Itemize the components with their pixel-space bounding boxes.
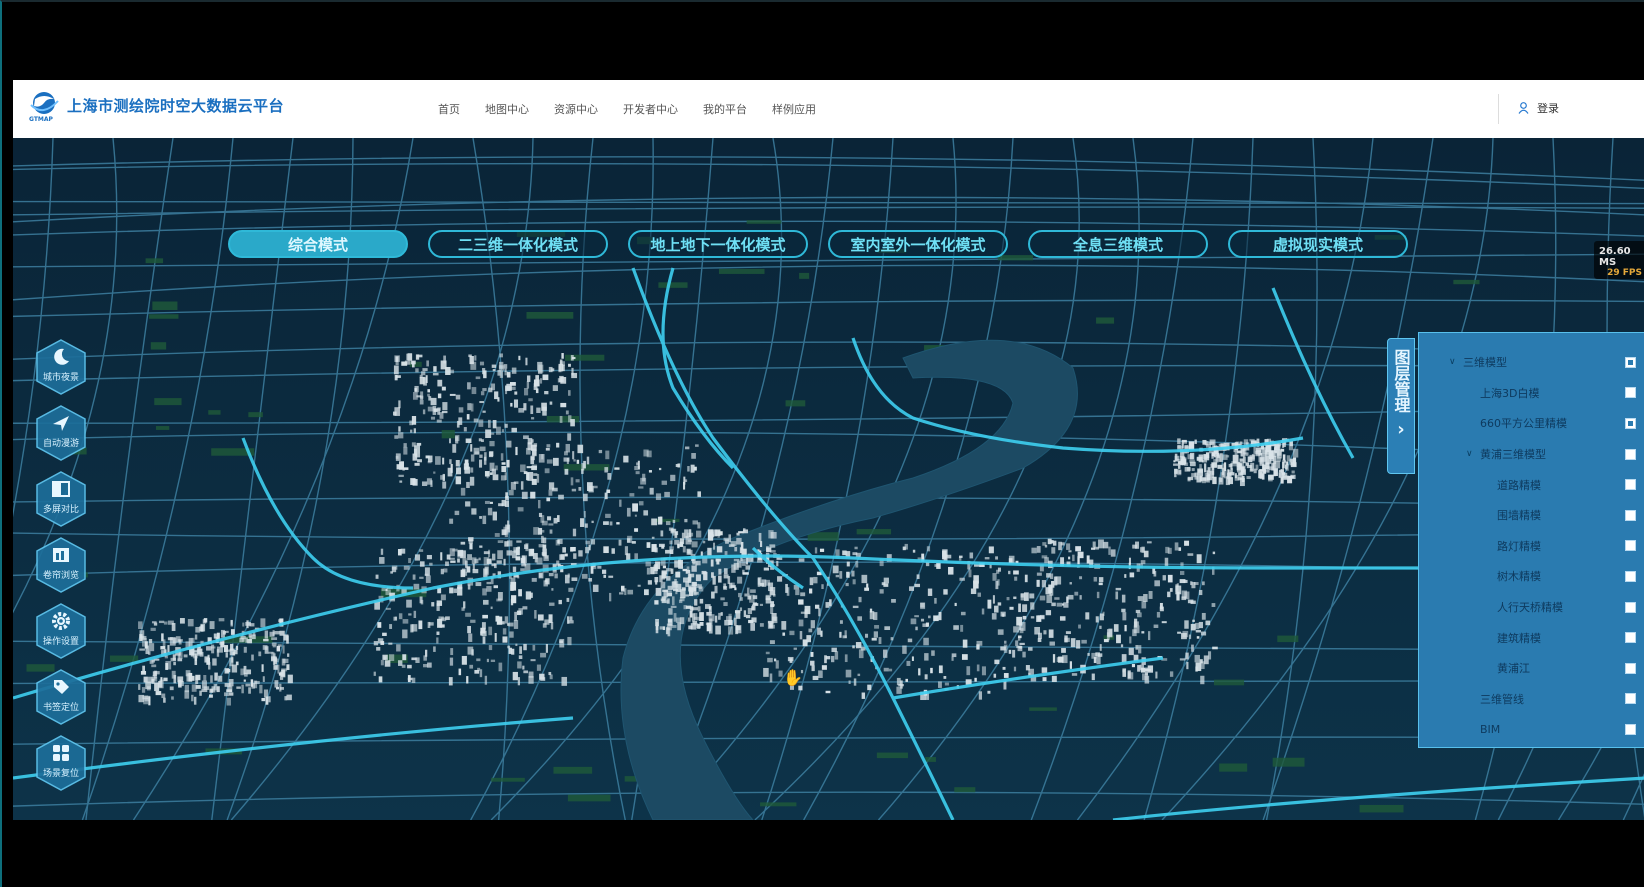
tool-label: 书签定位 bbox=[42, 702, 79, 713]
layer-row[interactable]: 道路精模 bbox=[1419, 469, 1644, 500]
header-divider bbox=[1498, 94, 1499, 124]
tool-split-screen[interactable]: 多屏对比 bbox=[31, 468, 91, 530]
login-button[interactable]: 登录 bbox=[1518, 100, 1559, 116]
mode-tab-comprehensive[interactable]: 综合模式 bbox=[228, 230, 408, 258]
top-header: GTMAP 上海市测绘院时空大数据云平台 首页 地图中心 资源中心 开发者中心 … bbox=[13, 80, 1644, 138]
layer-row[interactable]: 树木精模 bbox=[1419, 561, 1644, 592]
nav-map-center[interactable]: 地图中心 bbox=[485, 101, 529, 117]
grid-icon bbox=[50, 742, 72, 764]
tool-plane[interactable]: 自动漫游 bbox=[31, 402, 91, 464]
tool-bookmark[interactable]: 书签定位 bbox=[31, 666, 91, 728]
layer-checkbox[interactable] bbox=[1625, 356, 1636, 368]
nav-home[interactable]: 首页 bbox=[438, 101, 460, 117]
chevron-down-icon[interactable]: ∨ bbox=[1466, 449, 1473, 459]
layer-row[interactable]: ∨ 黄浦三维模型 bbox=[1419, 439, 1644, 470]
tool-label: 城市夜景 bbox=[42, 372, 79, 383]
layer-checkbox[interactable] bbox=[1625, 509, 1636, 521]
layer-row[interactable]: 660平方公里精模 bbox=[1419, 408, 1644, 439]
layer-name: 三维模型 bbox=[1463, 356, 1507, 370]
layer-name: 上海3D白模 bbox=[1480, 386, 1540, 400]
frame-time: 26.60 MS bbox=[1599, 246, 1631, 268]
layer-row[interactable]: 围墙精模 bbox=[1419, 500, 1644, 531]
layer-checkbox[interactable] bbox=[1625, 479, 1636, 491]
nav-my-platform[interactable]: 我的平台 bbox=[703, 101, 747, 117]
moon-icon bbox=[50, 346, 72, 368]
nav-resource-center[interactable]: 资源中心 bbox=[554, 101, 598, 117]
layer-row[interactable]: ∨ 三维模型 bbox=[1419, 347, 1644, 378]
tool-label: 操作设置 bbox=[42, 636, 79, 647]
layer-checkbox[interactable] bbox=[1625, 723, 1636, 735]
layer-panel: ∨ 三维模型上海3D白模 660平方公里精模 ∨ 黄浦三维模型道路精模围墙精模路灯精模树… bbox=[1418, 332, 1644, 748]
main-nav: 首页 地图中心 资源中心 开发者中心 我的平台 样例应用 bbox=[438, 80, 841, 138]
tool-grid[interactable]: 场景复位 bbox=[31, 732, 91, 794]
layer-name: 三维管线 bbox=[1480, 692, 1524, 706]
tool-swipe[interactable]: 卷帘浏览 bbox=[31, 534, 91, 596]
bookmark-icon bbox=[50, 676, 72, 698]
layer-name: 人行天桥精模 bbox=[1497, 601, 1563, 615]
chevron-down-icon[interactable]: ∨ bbox=[1449, 357, 1456, 367]
mode-tab-indoor-outdoor[interactable]: 室内室外一体化模式 bbox=[828, 230, 1008, 258]
tool-label: 自动漫游 bbox=[42, 438, 79, 449]
chevron-right-icon: › bbox=[1397, 419, 1405, 440]
layer-name: 树木精模 bbox=[1497, 570, 1541, 584]
layer-checkbox[interactable] bbox=[1625, 387, 1636, 399]
nav-developer-center[interactable]: 开发者中心 bbox=[623, 101, 678, 117]
layer-name: BIM bbox=[1480, 722, 1501, 736]
platform-title: 上海市测绘院时空大数据云平台 bbox=[67, 97, 285, 115]
gear-icon bbox=[50, 610, 72, 632]
tool-moon[interactable]: 城市夜景 bbox=[31, 336, 91, 398]
layer-checkbox[interactable] bbox=[1625, 417, 1636, 429]
layer-row[interactable]: 路灯精模 bbox=[1419, 531, 1644, 562]
swipe-icon bbox=[50, 544, 72, 566]
layer-row[interactable]: 人行天桥精模 bbox=[1419, 592, 1644, 623]
layer-manager-label: 图层管理 bbox=[1391, 349, 1411, 413]
3d-city-map[interactable]: 综合模式 二三维一体化模式 地上地下一体化模式 室内室外一体化模式 全息三维模式… bbox=[13, 138, 1644, 820]
user-icon bbox=[1518, 102, 1529, 114]
screen-frame: GTMAP 上海市测绘院时空大数据云平台 首页 地图中心 资源中心 开发者中心 … bbox=[0, 0, 1644, 887]
split-screen-icon bbox=[50, 478, 72, 500]
hand-cursor-icon: ✋ bbox=[783, 668, 803, 687]
mode-tab-2d3d[interactable]: 二三维一体化模式 bbox=[428, 230, 608, 258]
layer-row[interactable]: 建筑精模 bbox=[1419, 622, 1644, 653]
layer-checkbox[interactable] bbox=[1625, 632, 1636, 644]
tool-gear[interactable]: 操作设置 bbox=[31, 600, 91, 662]
layer-row[interactable]: 黄浦江 bbox=[1419, 653, 1644, 684]
nav-sample-apps[interactable]: 样例应用 bbox=[772, 101, 816, 117]
layer-checkbox[interactable] bbox=[1625, 693, 1636, 705]
layer-name: 路灯精模 bbox=[1497, 539, 1541, 553]
plane-icon bbox=[50, 412, 72, 434]
layer-checkbox[interactable] bbox=[1625, 448, 1636, 460]
tool-label: 卷帘浏览 bbox=[42, 570, 79, 581]
mode-tabs: 综合模式 二三维一体化模式 地上地下一体化模式 室内室外一体化模式 全息三维模式… bbox=[228, 230, 1408, 258]
layer-checkbox[interactable] bbox=[1625, 540, 1636, 552]
layer-checkbox[interactable] bbox=[1625, 601, 1636, 613]
layer-row[interactable]: 上海3D白模 bbox=[1419, 378, 1644, 409]
layer-checkbox[interactable] bbox=[1625, 570, 1636, 582]
layer-name: 黄浦三维模型 bbox=[1480, 448, 1546, 462]
layer-checkbox[interactable] bbox=[1625, 662, 1636, 674]
frame-rate: 29 FPS bbox=[1607, 268, 1642, 278]
layer-name: 660平方公里精模 bbox=[1480, 417, 1567, 431]
tool-label: 场景复位 bbox=[42, 768, 79, 779]
mode-tab-virtual-reality[interactable]: 虚拟现实模式 bbox=[1228, 230, 1408, 258]
mode-tab-holographic-3d[interactable]: 全息三维模式 bbox=[1028, 230, 1208, 258]
layer-row[interactable]: 三维管线 bbox=[1419, 684, 1644, 715]
layer-manager-tab[interactable]: 图层管理 › bbox=[1387, 338, 1415, 474]
layer-name: 黄浦江 bbox=[1497, 662, 1530, 676]
mode-tab-above-below-ground[interactable]: 地上地下一体化模式 bbox=[628, 230, 808, 258]
login-label: 登录 bbox=[1537, 102, 1559, 115]
performance-readout: 26.60 MS 29 FPS bbox=[1594, 241, 1644, 279]
layer-row[interactable]: BIM bbox=[1419, 714, 1644, 745]
logo-subtext: GTMAP bbox=[29, 116, 53, 123]
app-window: GTMAP 上海市测绘院时空大数据云平台 首页 地图中心 资源中心 开发者中心 … bbox=[13, 80, 1644, 820]
left-toolbar: 城市夜景自动漫游多屏对比卷帘浏览操作设置书签定位场景复位 bbox=[31, 336, 91, 798]
layer-name: 建筑精模 bbox=[1497, 631, 1541, 645]
layer-name: 道路精模 bbox=[1497, 478, 1541, 492]
tool-label: 多屏对比 bbox=[42, 504, 79, 515]
layer-name: 围墙精模 bbox=[1497, 509, 1541, 523]
